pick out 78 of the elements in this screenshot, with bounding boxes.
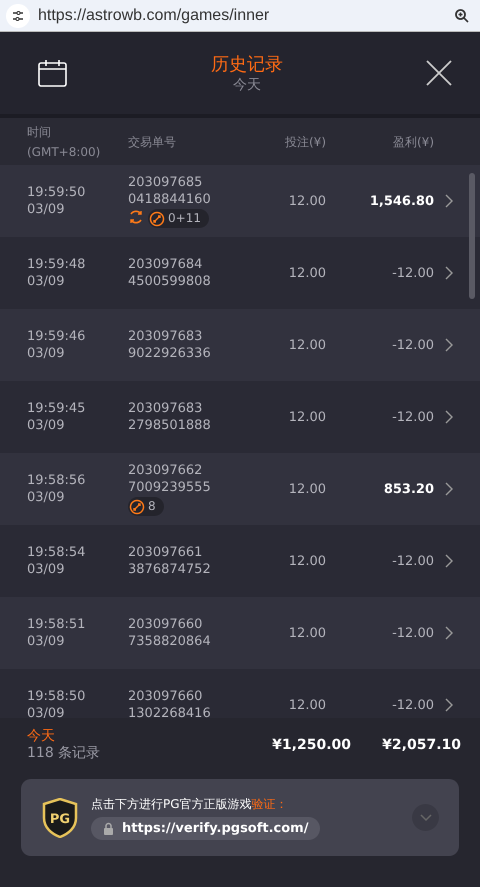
bet-amount: 12.00 bbox=[288, 482, 326, 496]
profit-amount: -12.00 bbox=[391, 266, 434, 280]
site-settings-icon[interactable] bbox=[6, 4, 30, 28]
transaction-id: 7358820864 bbox=[128, 633, 212, 650]
bet-amount: 12.00 bbox=[288, 194, 326, 208]
date-text: 03/09 bbox=[27, 561, 66, 578]
bet-amount: 12.00 bbox=[288, 554, 326, 568]
transaction-id: 7009239555 bbox=[128, 479, 212, 496]
date-text: 03/09 bbox=[27, 633, 66, 650]
bet-total: ¥1,250.00 bbox=[271, 737, 351, 753]
bet-amount: 12.00 bbox=[288, 410, 326, 424]
date-text: 03/09 bbox=[27, 705, 66, 718]
time-text: 19:58:51 bbox=[27, 616, 86, 633]
lock-icon bbox=[103, 822, 114, 834]
time-text: 19:58:56 bbox=[27, 472, 86, 489]
profit-amount: 853.20 bbox=[382, 482, 434, 496]
verify-link[interactable]: https://verify.pgsoft.com/ bbox=[91, 816, 320, 840]
profit-amount: -12.00 bbox=[391, 338, 434, 352]
transaction-id: 203097683 bbox=[128, 400, 204, 417]
bet-amount: 12.00 bbox=[288, 698, 326, 712]
time-text: 19:59:46 bbox=[27, 328, 86, 345]
transaction-id: 203097660 bbox=[128, 616, 204, 633]
chevron-right-icon[interactable] bbox=[444, 410, 454, 424]
transaction-id: 203097661 bbox=[128, 544, 204, 561]
chevron-right-icon[interactable] bbox=[444, 194, 454, 208]
zoom-icon[interactable] bbox=[454, 8, 470, 24]
bet-amount: 12.00 bbox=[288, 626, 326, 640]
date-text: 03/09 bbox=[27, 345, 66, 362]
transaction-id: 203097685 bbox=[128, 174, 204, 191]
column-header: 投注(¥) bbox=[284, 134, 326, 150]
transaction-id: 0418844160 bbox=[128, 191, 212, 208]
date-text: 03/09 bbox=[27, 417, 66, 434]
time-text: 19:59:50 bbox=[27, 184, 86, 201]
column-header: 交易单号 bbox=[128, 134, 177, 150]
chevron-down-icon bbox=[420, 814, 432, 822]
page-subtitle: 今天 bbox=[233, 76, 261, 94]
transaction-id: 203097684 bbox=[128, 256, 204, 273]
free-spin-badge: 8 bbox=[128, 497, 164, 516]
page-title: 历史记录 bbox=[211, 53, 283, 76]
period-label: 今天 bbox=[27, 728, 56, 745]
transaction-id: 203097662 bbox=[128, 462, 204, 479]
column-header: 盈利(¥) bbox=[392, 134, 434, 150]
time-text: 19:58:50 bbox=[27, 688, 86, 705]
cycle-icon bbox=[128, 209, 144, 225]
calendar-icon[interactable] bbox=[38, 59, 68, 87]
record-count: 118 条记录 bbox=[27, 745, 102, 762]
transaction-id: 3876874752 bbox=[128, 561, 212, 578]
chevron-right-icon[interactable] bbox=[444, 626, 454, 640]
chevron-right-icon[interactable] bbox=[444, 698, 454, 712]
free-spin-badge: 0+11 bbox=[148, 209, 209, 228]
profit-amount: -12.00 bbox=[391, 554, 434, 568]
chevron-right-icon[interactable] bbox=[444, 554, 454, 568]
date-text: 03/09 bbox=[27, 201, 66, 218]
bet-amount: 12.00 bbox=[288, 338, 326, 352]
profit-amount: -12.00 bbox=[391, 698, 434, 712]
time-text: 19:59:48 bbox=[27, 256, 86, 273]
profit-amount: -12.00 bbox=[391, 410, 434, 424]
date-text: 03/09 bbox=[27, 489, 66, 506]
transaction-id: 2798501888 bbox=[128, 417, 212, 434]
transaction-id: 1302268416 bbox=[128, 705, 212, 718]
profit-amount: 1,546.80 bbox=[368, 194, 434, 208]
chevron-right-icon[interactable] bbox=[444, 266, 454, 280]
transaction-id: 203097683 bbox=[128, 328, 204, 345]
verify-message: 点击下方进行PG官方正版游戏验证： bbox=[91, 796, 289, 812]
bet-amount: 12.00 bbox=[288, 266, 326, 280]
column-header: 时间 (GMT+8:00) bbox=[27, 124, 102, 160]
transaction-id: 4500599808 bbox=[128, 273, 212, 290]
close-icon[interactable] bbox=[426, 60, 452, 86]
profit-amount: -12.00 bbox=[391, 626, 434, 640]
transaction-id: 9022926336 bbox=[128, 345, 212, 362]
chevron-right-icon[interactable] bbox=[444, 482, 454, 496]
time-text: 19:59:45 bbox=[27, 400, 86, 417]
profit-total: ¥2,057.10 bbox=[381, 737, 461, 753]
date-text: 03/09 bbox=[27, 273, 66, 290]
transaction-id: 203097660 bbox=[128, 688, 204, 705]
time-text: 19:58:54 bbox=[27, 544, 86, 561]
chevron-right-icon[interactable] bbox=[444, 338, 454, 352]
shield-logo: PG bbox=[41, 798, 79, 838]
